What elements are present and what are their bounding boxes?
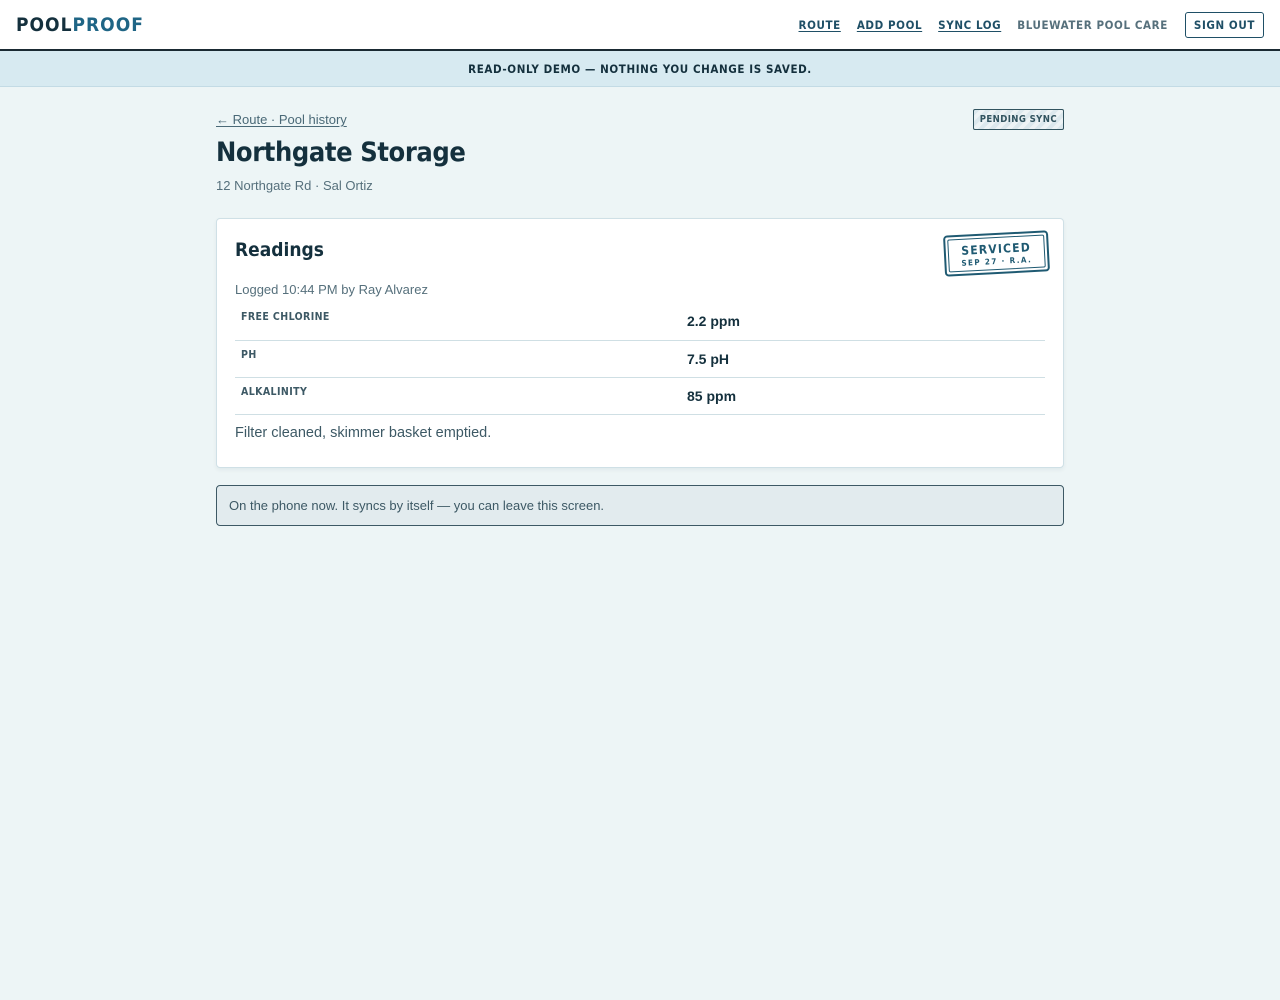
pool-history-page: ← Route · Pool history PENDING SYNC Nort…: [216, 87, 1064, 526]
reading-value: 2.2 ppm: [681, 303, 1045, 341]
top-navigation-bar: POOLPROOF ROUTE ADD POOL SYNC LOG BLUEWA…: [0, 0, 1280, 51]
demo-banner: READ-ONLY DEMO — NOTHING YOU CHANGE IS S…: [0, 51, 1280, 87]
reading-value: 85 ppm: [681, 377, 1045, 415]
nav-sync-log-link[interactable]: SYNC LOG: [938, 18, 1001, 32]
logged-info: Logged 10:44 PM by Ray Alvarez: [235, 282, 428, 297]
breadcrumb-back-link[interactable]: ← Route · Pool history: [216, 112, 347, 127]
nav-route-link[interactable]: ROUTE: [799, 18, 841, 32]
brand-logo-pool: POOL: [16, 13, 73, 36]
reading-label: PH: [235, 340, 681, 378]
sign-out-button[interactable]: SIGN OUT: [1184, 11, 1264, 38]
brand-logo-proof: PROOF: [72, 13, 144, 36]
nav-add-pool-link[interactable]: ADD POOL: [857, 18, 922, 32]
table-row: PH 7.5 pH: [235, 340, 1045, 378]
serviced-stamp-inner: SERVICED SEP 27 · R.A.: [947, 234, 1046, 273]
reading-label: ALKALINITY: [235, 377, 681, 415]
reading-value: 7.5 pH: [681, 340, 1045, 378]
readings-title: Readings: [235, 239, 324, 261]
pending-sync-badge: PENDING SYNC: [972, 109, 1064, 130]
company-name: BLUEWATER POOL CARE: [1017, 17, 1168, 32]
service-note: Filter cleaned, skimmer basket emptied.: [235, 424, 492, 441]
pool-address-and-tech: 12 Northgate Rd · Sal Ortiz: [216, 178, 373, 193]
main-nav: ROUTE ADD POOL SYNC LOG BLUEWATER POOL C…: [783, 11, 1264, 38]
readings-card: Readings SERVICED SEP 27 · R.A. Logged 1…: [216, 218, 1064, 468]
sync-status-message: On the phone now. It syncs by itself — y…: [216, 484, 1064, 526]
serviced-stamp: SERVICED SEP 27 · R.A.: [943, 230, 1051, 277]
reading-label: FREE CHLORINE: [235, 303, 681, 341]
table-row: ALKALINITY 85 ppm: [235, 377, 1045, 415]
brand-logo[interactable]: POOLPROOF: [16, 14, 144, 36]
table-row: FREE CHLORINE 2.2 ppm: [235, 303, 1045, 341]
page-title: Northgate Storage: [216, 137, 466, 168]
readings-table: FREE CHLORINE 2.2 ppm PH 7.5 pH ALKALINI…: [235, 303, 1045, 415]
